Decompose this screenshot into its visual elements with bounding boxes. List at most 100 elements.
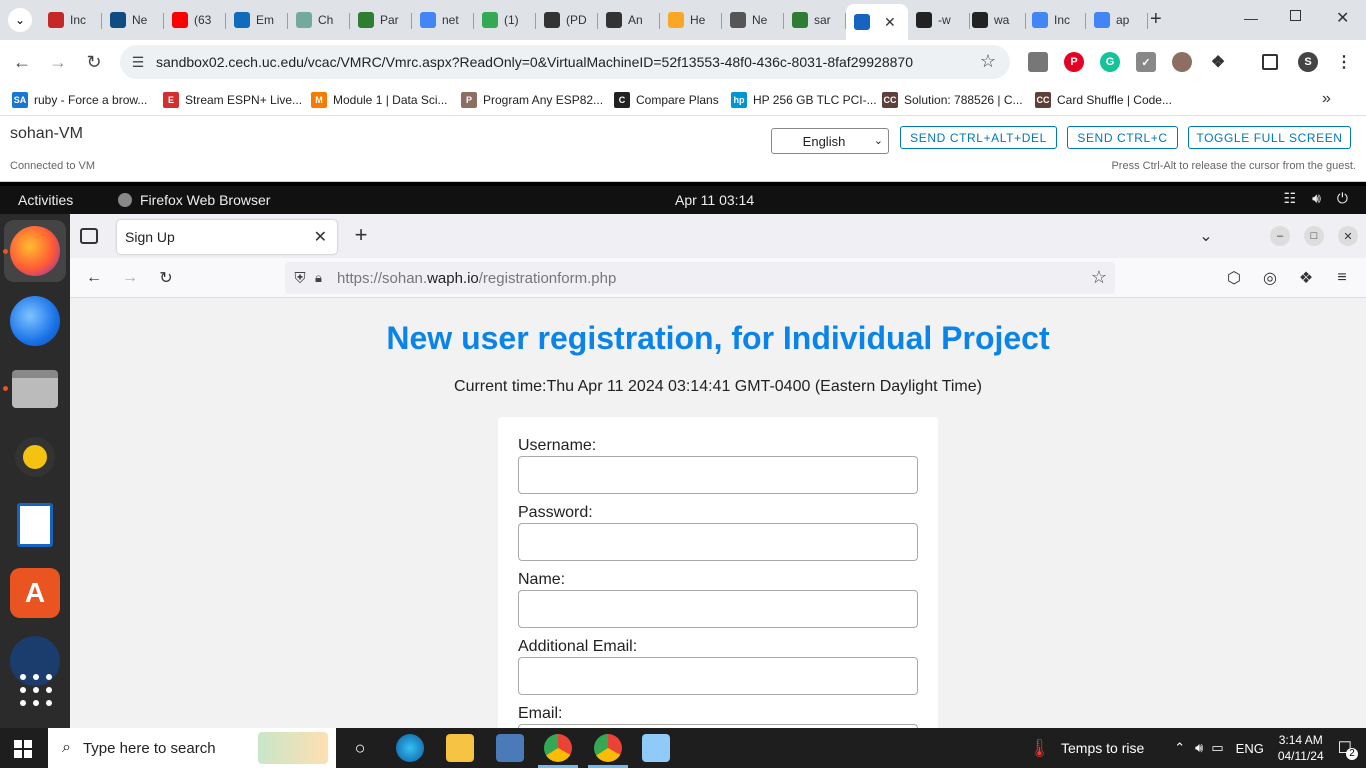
chrome-tab[interactable]: (63	[164, 4, 226, 36]
reload-icon[interactable]: ↻	[82, 50, 106, 74]
tab-search-button[interactable]: ⌄	[8, 8, 32, 32]
bookmark-item[interactable]: C Compare Plans	[614, 91, 719, 109]
chrome-tab[interactable]: sar	[784, 4, 846, 36]
profile-avatar[interactable]: S	[1298, 52, 1318, 72]
app-center-icon[interactable]: A	[10, 568, 60, 618]
side-panel-icon[interactable]	[1262, 54, 1278, 70]
chrome-icon[interactable]	[544, 734, 572, 762]
close-tab-icon[interactable]: ✕	[884, 14, 896, 31]
shield-icon[interactable]: ⛨	[285, 270, 315, 287]
ff-close-icon[interactable]: ✕	[1338, 226, 1358, 246]
name-input[interactable]	[518, 590, 918, 628]
more-bookmarks-icon[interactable]: »	[1322, 90, 1331, 108]
rhythmbox-icon[interactable]	[10, 432, 60, 482]
chrome-profile-icon[interactable]	[594, 734, 622, 762]
bookmark-item[interactable]: SA ruby - Force a brow...	[12, 91, 147, 109]
close-window-icon[interactable]: ✕	[1336, 8, 1349, 28]
files-icon[interactable]	[10, 364, 60, 414]
tab-sign-up[interactable]: Sign Up ✕	[117, 220, 337, 254]
chrome-tab[interactable]: Ne	[722, 4, 784, 36]
ff-bookmark-star-icon[interactable]: ☆	[1091, 267, 1107, 288]
ff-reload-icon[interactable]: ↻	[156, 268, 176, 288]
pocket-icon[interactable]: ⬡	[1224, 268, 1244, 288]
chrome-tab[interactable]: (1)	[474, 4, 536, 36]
libreoffice-writer-icon[interactable]	[10, 500, 60, 550]
account-icon[interactable]: ◎	[1260, 268, 1280, 288]
weather-text[interactable]: Temps to rise	[1061, 740, 1144, 756]
bookmark-item[interactable]: P Program Any ESP82...	[461, 91, 603, 109]
system-tray[interactable]: ☷ 🔊︎ ⏻	[1284, 190, 1348, 207]
chrome-tab[interactable]: He	[660, 4, 722, 36]
chrome-tab[interactable]: Inc	[1024, 4, 1086, 36]
extensions-puzzle-icon[interactable]: ❖	[1208, 52, 1228, 72]
ff-back-icon[interactable]: ←	[84, 268, 104, 288]
new-tab-plus-icon[interactable]: +	[350, 222, 372, 247]
battery-icon[interactable]: ▭	[1211, 740, 1223, 756]
chrome-tab[interactable]: wa	[964, 4, 1026, 36]
minimize-icon[interactable]: —	[1244, 10, 1258, 26]
taskbar-clock[interactable]: 3:14 AM 04/11/24	[1278, 732, 1324, 764]
send-ctrl-alt-del-button[interactable]: SEND CTRL+ALT+DEL	[900, 126, 1057, 149]
language-select[interactable]: English ⌄	[771, 128, 889, 154]
restore-icon[interactable]	[1290, 10, 1301, 21]
toggle-full-screen-button[interactable]: TOGGLE FULL SCREEN	[1188, 126, 1351, 149]
list-all-tabs-icon[interactable]: ⌄	[1196, 226, 1216, 246]
firefox-view-icon[interactable]	[80, 228, 98, 244]
file-explorer-icon[interactable]	[446, 734, 474, 762]
bookmark-item[interactable]: CC Card Shuffle | Code...	[1035, 91, 1172, 109]
remote-desktop-icon[interactable]	[496, 734, 524, 762]
tray-overflow-icon[interactable]: ⌃	[1174, 740, 1185, 756]
address-bar[interactable]: ☰ sandbox02.cech.uc.edu/vcac/VMRC/Vmrc.a…	[120, 45, 1010, 79]
chrome-tab[interactable]: Em	[226, 4, 288, 36]
chrome-tab[interactable]: net	[412, 4, 474, 36]
pinterest-icon[interactable]: P	[1064, 52, 1084, 72]
hamburger-menu-icon[interactable]: ≡	[1332, 268, 1352, 288]
bookmark-star-icon[interactable]: ☆	[980, 51, 996, 72]
firefox-icon[interactable]	[10, 226, 60, 276]
grammarly-icon[interactable]: G	[1100, 52, 1120, 72]
back-arrow-icon[interactable]: ←	[10, 50, 34, 74]
tray-volume-icon[interactable]: 🔊︎	[1195, 740, 1203, 756]
gnome-clock[interactable]: Apr 11 03:14	[675, 192, 754, 208]
lock-icon[interactable]: 🔒︎	[315, 270, 337, 286]
close-tab-icon[interactable]: ✕	[314, 227, 327, 247]
task-view-icon[interactable]: ○	[346, 734, 374, 762]
ff-minimize-icon[interactable]: –	[1270, 226, 1290, 246]
app-menu[interactable]: Firefox Web Browser	[118, 192, 270, 208]
chrome-tab[interactable]: Ch	[288, 4, 350, 36]
language-indicator[interactable]: ENG	[1236, 741, 1264, 756]
bookmark-item[interactable]: M Module 1 | Data Sci...	[311, 91, 448, 109]
cookie-icon[interactable]	[1172, 52, 1192, 72]
notification-icon[interactable]: ☐ 2	[1338, 738, 1358, 760]
send-ctrl-c-button[interactable]: SEND CTRL+C	[1067, 126, 1178, 149]
chrome-tab[interactable]: Inc	[40, 4, 102, 36]
chrome-tab[interactable]: ✕	[846, 4, 908, 40]
chrome-tab[interactable]: An	[598, 4, 660, 36]
taskbar-search[interactable]: ⌕ Type here to search	[48, 728, 336, 768]
ff-extensions-icon[interactable]: ❖	[1296, 268, 1316, 288]
chrome-tab[interactable]: -w	[908, 4, 970, 36]
forward-arrow-icon[interactable]: →	[46, 50, 70, 74]
ff-forward-icon[interactable]: →	[120, 268, 140, 288]
ff-maximize-icon[interactable]: □	[1304, 226, 1324, 246]
bookmark-item[interactable]: E Stream ESPN+ Live...	[163, 91, 302, 109]
additional-email-input[interactable]	[518, 657, 918, 695]
password-input[interactable]	[518, 523, 918, 561]
app-pinned-icon[interactable]	[642, 734, 670, 762]
bookmark-item[interactable]: hp HP 256 GB TLC PCI-...	[731, 91, 877, 109]
edge-icon[interactable]	[396, 734, 424, 762]
new-tab-button[interactable]: +	[1150, 8, 1162, 31]
bookmark-item[interactable]: CC Solution: 788526 | C...	[882, 91, 1023, 109]
thunderbird-icon[interactable]	[10, 296, 60, 346]
ff-url-bar[interactable]: ⛨ 🔒︎ https://sohan. waph.io/registrationf…	[285, 262, 1115, 294]
username-input[interactable]	[518, 456, 918, 494]
site-info-icon[interactable]: ☰	[120, 54, 156, 71]
chrome-menu-icon[interactable]: ⋮	[1334, 52, 1354, 72]
windows-start-icon[interactable]	[14, 740, 32, 758]
chrome-tab[interactable]: (PD	[536, 4, 598, 36]
show-applications-icon[interactable]	[20, 674, 52, 706]
chrome-tab[interactable]: ap	[1086, 4, 1148, 36]
chrome-tab[interactable]: Ne	[102, 4, 164, 36]
checkbox-extension-icon[interactable]: ✓	[1136, 52, 1156, 72]
extension-icon[interactable]	[1028, 52, 1048, 72]
